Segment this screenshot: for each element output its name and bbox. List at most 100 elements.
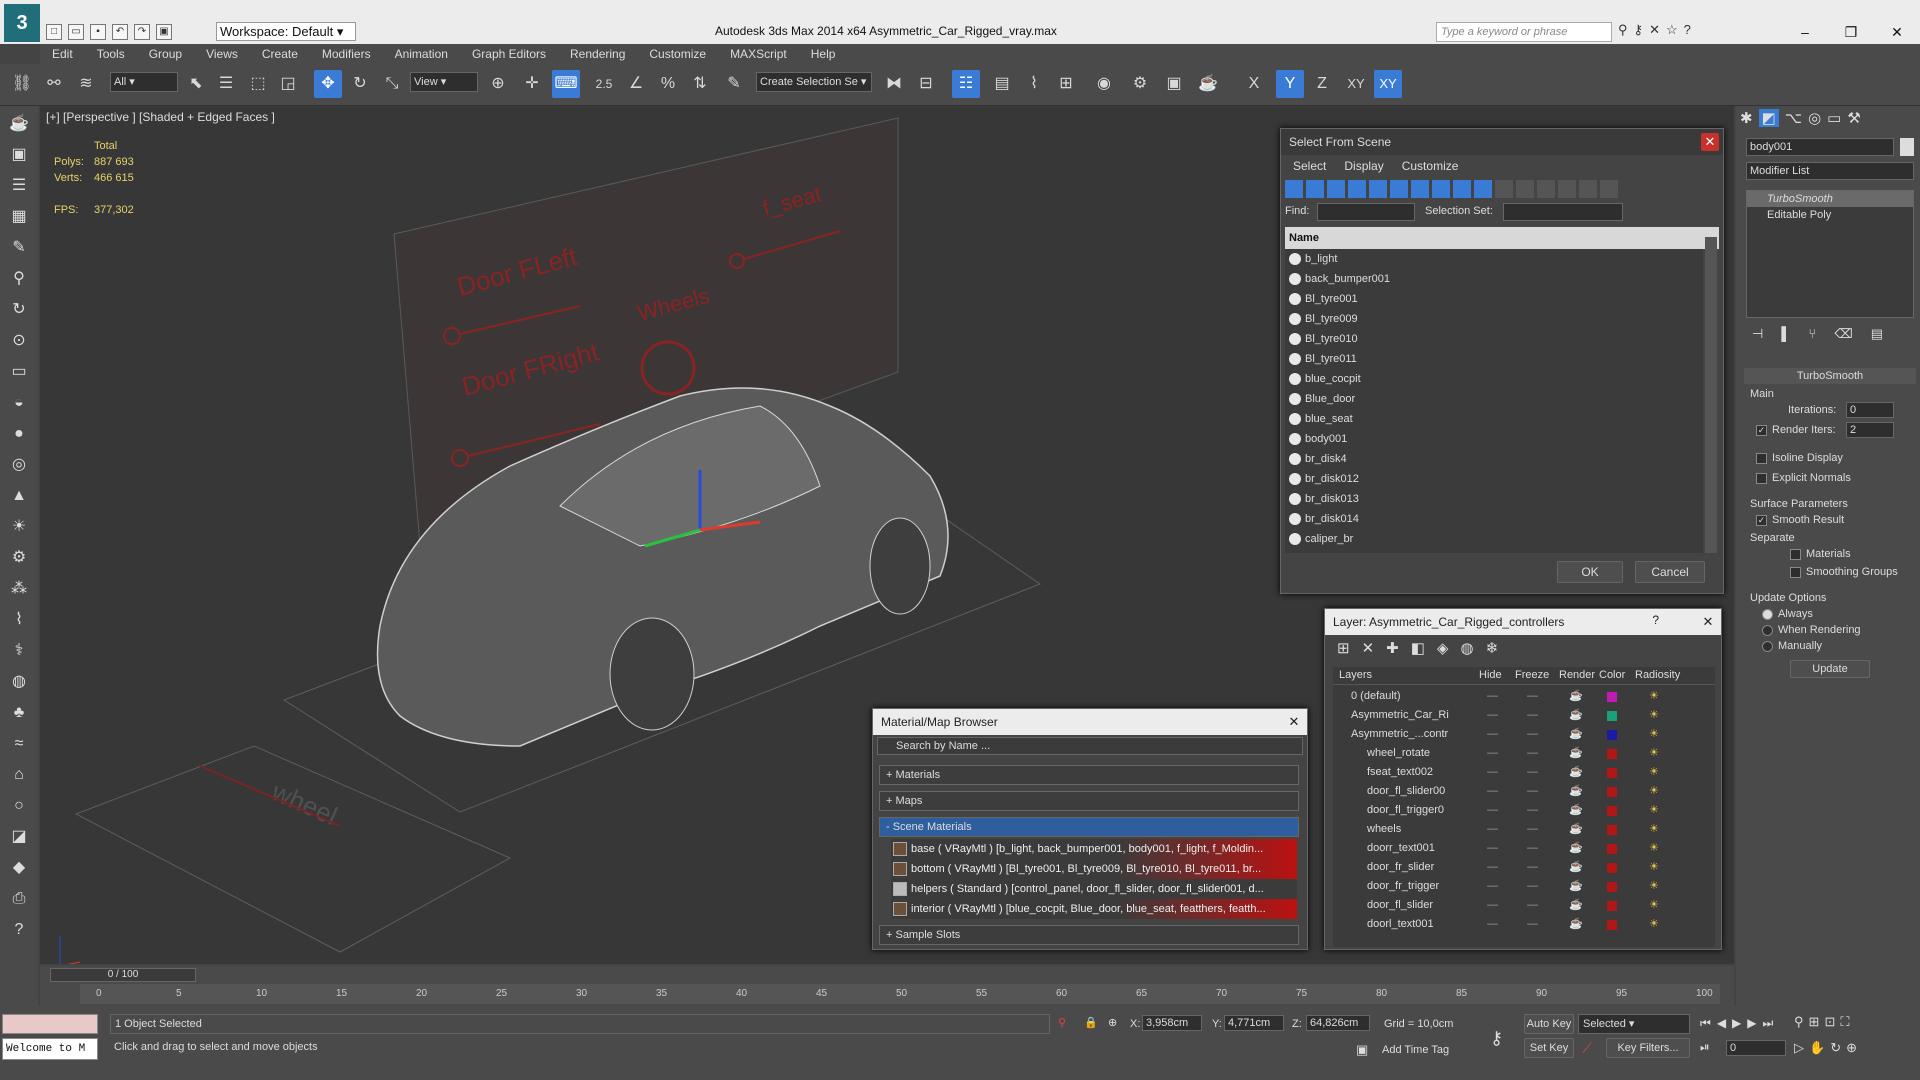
render-toggle-icon[interactable]: ☕ xyxy=(1569,915,1583,934)
new-layer-icon[interactable]: ⊞ xyxy=(1337,639,1350,657)
exchange-icon[interactable]: ✕ xyxy=(1649,22,1660,38)
render-iters-checkbox[interactable]: ✓ xyxy=(1756,424,1767,436)
layer-color-swatch[interactable] xyxy=(1607,844,1617,854)
app-logo-icon[interactable]: 3 xyxy=(4,4,40,42)
window-crossing-icon[interactable]: ◲ xyxy=(274,70,302,98)
paint-icon[interactable]: ✎ xyxy=(5,235,33,261)
render-toggle-icon[interactable]: ☕ xyxy=(1569,687,1583,706)
layer-manager-icon[interactable]: ☷ xyxy=(952,70,980,98)
radiosity-toggle-icon[interactable]: ☀ xyxy=(1649,725,1659,744)
sun-icon[interactable]: ☀ xyxy=(5,514,33,540)
list-item[interactable]: br_disk014 xyxy=(1285,509,1703,529)
menu-maxscript[interactable]: MAXScript xyxy=(718,44,799,64)
key-mode-toggle-icon[interactable]: ⏯ xyxy=(1700,1040,1710,1055)
curve-editor-icon[interactable]: ⌇ xyxy=(1020,70,1048,98)
render-toggle-icon[interactable]: ☕ xyxy=(1569,801,1583,820)
col-radiosity[interactable]: Radiosity xyxy=(1635,669,1680,681)
display-shapes-icon[interactable] xyxy=(1306,180,1324,198)
list-scrollbar[interactable] xyxy=(1705,237,1717,553)
axis-constraint-xy-active[interactable]: XY xyxy=(1374,70,1402,98)
auto-key-button[interactable]: Auto Key xyxy=(1524,1014,1574,1034)
hide-toggle-icon[interactable]: — xyxy=(1487,744,1498,763)
brush-icon[interactable]: ⌇ xyxy=(5,607,33,633)
col-color[interactable]: Color xyxy=(1599,669,1625,681)
bones-icon[interactable]: ⚕ xyxy=(5,638,33,664)
list-item[interactable]: Blue_door xyxy=(1285,389,1703,409)
menu-group[interactable]: Group xyxy=(137,44,194,64)
radiosity-toggle-icon[interactable]: ☀ xyxy=(1649,687,1659,706)
schematic-view-icon[interactable]: ⊞ xyxy=(1052,70,1080,98)
menu-views[interactable]: Views xyxy=(194,44,250,64)
freeze-toggle-icon[interactable]: — xyxy=(1527,725,1538,744)
create-tab-icon[interactable]: ✱ xyxy=(1740,109,1753,127)
layer-color-swatch[interactable] xyxy=(1607,730,1617,740)
display-spacewarps-icon[interactable] xyxy=(1390,180,1408,198)
restore-icon[interactable]: ❐ xyxy=(1828,22,1874,42)
teapot-icon[interactable]: ☕ xyxy=(5,111,33,137)
display-tab-icon[interactable]: ▭ xyxy=(1827,109,1841,127)
material-row-interior[interactable]: interior ( VRayMtl ) [blue_cocpit, Blue_… xyxy=(891,899,1297,919)
set-key-icon[interactable]: ⟋ xyxy=(1582,1040,1592,1057)
walk-through-icon[interactable]: ⊕ xyxy=(1846,1040,1857,1056)
link-icon[interactable]: ⛓ xyxy=(8,70,36,98)
edit-named-selection-icon[interactable]: ✎ xyxy=(720,70,748,98)
radiosity-toggle-icon[interactable]: ☀ xyxy=(1649,706,1659,725)
iterations-spinner[interactable]: 0 xyxy=(1846,402,1894,418)
layer-color-swatch[interactable] xyxy=(1607,768,1617,778)
hide-toggle-icon[interactable]: — xyxy=(1487,725,1498,744)
radiosity-toggle-icon[interactable]: ☀ xyxy=(1649,782,1659,801)
hide-toggle-icon[interactable]: — xyxy=(1487,877,1498,896)
freeze-toggle-icon[interactable]: — xyxy=(1527,858,1538,877)
when-rendering-radio[interactable] xyxy=(1762,624,1773,636)
layer-color-swatch[interactable] xyxy=(1607,901,1617,911)
close-icon[interactable]: ✕ xyxy=(1874,22,1920,42)
delete-layer-icon[interactable]: ✕ xyxy=(1362,639,1375,657)
manipulate-icon[interactable]: ✛ xyxy=(518,70,546,98)
freeze-toggle-icon[interactable]: — xyxy=(1527,763,1538,782)
select-scale-icon[interactable]: ⤡ xyxy=(378,70,406,98)
layer-color-swatch[interactable] xyxy=(1607,692,1617,702)
rotate-icon[interactable]: ↻ xyxy=(5,297,33,323)
layer-color-swatch[interactable] xyxy=(1607,711,1617,721)
radiosity-toggle-icon[interactable]: ☀ xyxy=(1649,744,1659,763)
help-icon[interactable]: ? xyxy=(1684,22,1691,38)
reference-coordinate-dropdown[interactable]: View ▾ xyxy=(410,72,478,92)
material-row-base[interactable]: base ( VRayMtl ) [b_light, back_bumper00… xyxy=(891,839,1297,859)
close-icon[interactable]: ✕ xyxy=(1699,613,1717,631)
radiosity-toggle-icon[interactable]: ☀ xyxy=(1649,858,1659,877)
go-to-start-icon[interactable]: ⏮ xyxy=(1700,1016,1711,1031)
hide-toggle-icon[interactable]: — xyxy=(1487,687,1498,706)
radiosity-toggle-icon[interactable]: ☀ xyxy=(1649,839,1659,858)
sfs-menu-display[interactable]: Display xyxy=(1344,155,1383,177)
current-frame-field[interactable]: 0 xyxy=(1726,1040,1786,1056)
layer-row[interactable]: wheel_rotate — — ☕ ☀ xyxy=(1337,744,1707,763)
close-icon[interactable]: ✕ xyxy=(1285,713,1303,731)
minimize-icon[interactable]: – xyxy=(1782,22,1828,42)
axis-constraint-y[interactable]: Y xyxy=(1276,70,1304,98)
radiosity-toggle-icon[interactable]: ☀ xyxy=(1649,763,1659,782)
radiosity-toggle-icon[interactable]: ☀ xyxy=(1649,877,1659,896)
torus-icon[interactable]: ◎ xyxy=(5,452,33,478)
turbosmooth-rollout-header[interactable]: TurboSmooth xyxy=(1744,368,1916,384)
radiosity-toggle-icon[interactable]: ☀ xyxy=(1649,896,1659,915)
select-in-layer-icon[interactable]: ◧ xyxy=(1411,639,1425,657)
zoom-extents-icon[interactable]: ⊡ xyxy=(1824,1014,1835,1030)
hide-toggle-icon[interactable]: — xyxy=(1487,763,1498,782)
rect-selection-icon[interactable]: ⬚ xyxy=(244,70,272,98)
layer-color-swatch[interactable] xyxy=(1607,825,1617,835)
render-toggle-icon[interactable]: ☕ xyxy=(1569,725,1583,744)
render-iters-spinner[interactable]: 2 xyxy=(1846,422,1894,438)
highlight-layer-icon[interactable]: ◈ xyxy=(1437,639,1449,657)
list-item[interactable]: b_light xyxy=(1285,249,1703,269)
freeze-toggle-icon[interactable]: — xyxy=(1527,877,1538,896)
plane-icon[interactable]: ▭ xyxy=(5,359,33,385)
teapot-render-icon[interactable]: ◆ xyxy=(5,855,33,881)
list-item[interactable]: Bl_tyre010 xyxy=(1285,329,1703,349)
maxscript-listener-output[interactable] xyxy=(2,1014,98,1034)
x-coord-field[interactable]: 3,958cm xyxy=(1142,1015,1202,1031)
save-file-icon[interactable]: ▪ xyxy=(90,24,106,40)
menu-animation[interactable]: Animation xyxy=(383,44,460,64)
radiosity-toggle-icon[interactable]: ☀ xyxy=(1649,820,1659,839)
selection-set-dropdown[interactable] xyxy=(1503,203,1623,221)
play-icon[interactable]: ▶ xyxy=(1732,1016,1741,1031)
